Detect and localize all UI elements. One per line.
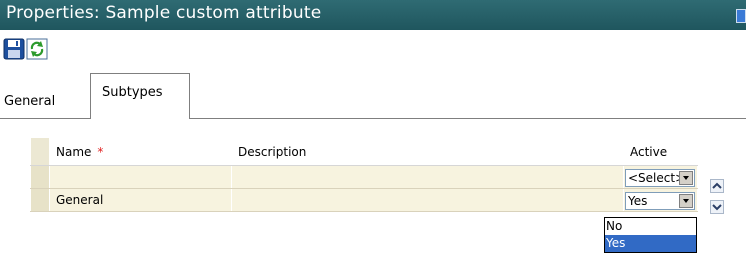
column-description-label: Description [238,144,307,159]
tab-subtypes-label: Subtypes [102,85,163,100]
tab-general[interactable]: General [4,94,55,109]
active-select[interactable]: Yes [625,192,695,210]
table-row[interactable]: General Yes [30,188,698,212]
cropped-background-text [0,268,746,280]
description-cell[interactable] [231,165,624,189]
active-select-value: <Select> [628,171,686,185]
tab-divider [190,118,746,119]
active-cell: Yes [623,188,698,212]
description-cell[interactable] [231,188,624,212]
active-dropdown-list: No Yes [604,217,697,253]
save-button[interactable] [3,38,25,60]
chevron-down-icon[interactable] [679,171,693,185]
chevron-down-icon [710,200,724,214]
column-name-label: Name [56,144,92,159]
chevron-down-icon[interactable] [679,194,693,208]
chevron-up-icon [710,179,724,193]
row-header-cell [30,137,50,166]
window-control-icon[interactable] [736,9,746,23]
tab-subtypes[interactable]: Subtypes [90,73,190,119]
row-header-cell[interactable] [30,165,50,189]
move-down-button[interactable] [710,200,724,214]
save-icon [3,38,25,60]
table-row[interactable]: <Select> [30,165,698,189]
move-up-button[interactable] [710,179,724,193]
toolbar [0,30,746,60]
active-select[interactable]: <Select> [625,169,695,187]
name-cell[interactable] [49,165,232,189]
column-header-name[interactable]: Name * [49,137,232,166]
subtypes-grid: Name * Description Active <Select> Genera… [30,137,698,212]
grid-header-row: Name * Description Active [30,137,698,166]
column-header-description[interactable]: Description [231,137,624,166]
dropdown-option-no[interactable]: No [605,218,696,235]
refresh-button[interactable] [26,38,48,60]
required-marker: * [97,144,104,159]
tab-divider [0,118,90,119]
column-active-label: Active [630,144,668,159]
active-select-value: Yes [628,194,648,208]
title-bar: Properties: Sample custom attribute [0,0,746,30]
tab-bar: General Subtypes [0,73,746,119]
refresh-icon [26,38,48,60]
window-title: Properties: Sample custom attribute [6,3,322,23]
name-cell[interactable]: General [49,188,232,212]
row-header-cell[interactable] [30,188,50,212]
column-header-active[interactable]: Active [623,137,698,166]
active-cell: <Select> [623,165,698,189]
dropdown-option-yes[interactable]: Yes [605,235,696,252]
